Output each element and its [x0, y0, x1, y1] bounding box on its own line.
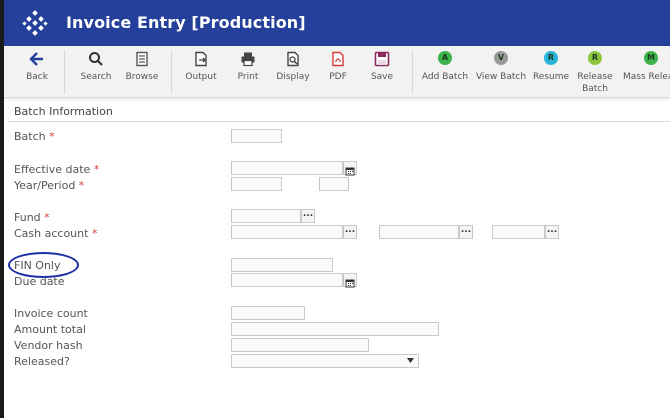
batch-label: Batch *: [14, 130, 55, 143]
toolbar-divider: [412, 50, 413, 94]
cash-account-input-2[interactable]: [379, 225, 459, 239]
display-button[interactable]: Display: [272, 51, 314, 95]
view-batch-icon: V: [494, 51, 508, 65]
print-label: Print: [237, 72, 259, 82]
back-button[interactable]: Back: [18, 51, 56, 95]
release-batch-button[interactable]: R Release Batch: [575, 51, 615, 95]
amount-total-label: Amount total: [14, 323, 86, 336]
required-marker: *: [78, 179, 85, 192]
due-date-picker-button[interactable]: [343, 273, 357, 288]
browse-button[interactable]: Browse: [121, 51, 163, 95]
period-input[interactable]: [319, 177, 349, 191]
calendar-icon: [345, 279, 355, 288]
mass-release-button[interactable]: M Mass Release: [618, 51, 670, 95]
search-label: Search: [80, 72, 112, 82]
print-icon: [241, 52, 255, 67]
required-marker: *: [44, 211, 50, 224]
resume-button[interactable]: R Resume: [531, 51, 571, 95]
add-batch-icon: A: [438, 51, 452, 65]
resume-label: Resume: [532, 72, 570, 82]
vendor-hash-input[interactable]: [231, 338, 369, 352]
mass-release-icon: M: [644, 51, 658, 65]
pdf-button[interactable]: PDF: [318, 51, 358, 95]
effective-date-label: Effective date *: [14, 163, 99, 176]
batch-input[interactable]: [231, 129, 282, 143]
output-button[interactable]: Output: [180, 51, 222, 95]
cash-account-label-text: Cash account: [14, 227, 89, 240]
toolbar-divider: [171, 50, 172, 94]
save-icon: [374, 51, 390, 67]
required-marker: *: [93, 163, 100, 176]
fund-input[interactable]: [231, 209, 301, 223]
output-label: Output: [185, 72, 217, 82]
effective-date-input[interactable]: [231, 161, 343, 175]
due-date-label: Due date: [14, 275, 65, 288]
cash-account-input-1[interactable]: [231, 225, 343, 239]
year-input[interactable]: [231, 177, 282, 191]
vendor-hash-label: Vendor hash: [14, 339, 83, 352]
fin-only-input[interactable]: [231, 258, 333, 272]
fund-lookup-button[interactable]: ...: [301, 209, 315, 223]
app-logo-icon: [22, 10, 48, 36]
app-title: Invoice Entry [Production]: [66, 13, 306, 32]
search-button[interactable]: Search: [76, 51, 116, 95]
back-label: Back: [26, 72, 48, 82]
fund-label-text: Fund: [14, 211, 41, 224]
released-label: Released?: [14, 355, 70, 368]
save-button[interactable]: Save: [362, 51, 402, 95]
output-icon: [195, 51, 207, 67]
year-period-label: Year/Period *: [14, 179, 84, 192]
required-marker: *: [49, 130, 55, 143]
browse-icon: [136, 51, 148, 67]
cash-account-label: Cash account *: [14, 227, 97, 240]
section-title: Batch Information: [8, 104, 670, 122]
view-batch-label: View Batch: [475, 72, 527, 82]
pdf-label: PDF: [329, 72, 347, 82]
cash-account-lookup-button-2[interactable]: ...: [459, 225, 473, 239]
toolbar: Back Search Browse Output Print Display …: [4, 46, 670, 98]
release-batch-label: Release Batch: [577, 72, 613, 94]
invoice-count-input[interactable]: [231, 306, 305, 320]
amount-total-input[interactable]: [231, 322, 439, 336]
released-select[interactable]: [231, 354, 419, 368]
required-marker: *: [91, 227, 98, 240]
add-batch-button[interactable]: A Add Batch: [420, 51, 470, 95]
resume-icon: R: [544, 51, 558, 65]
app-window: Invoice Entry [Production] Back Search B…: [0, 0, 670, 418]
mass-release-label: Mass Release: [623, 72, 670, 82]
browse-label: Browse: [125, 72, 159, 82]
display-label: Display: [276, 72, 310, 82]
year-period-label-text: Year/Period: [14, 179, 76, 192]
fund-label: Fund *: [14, 211, 50, 224]
toolbar-divider: [64, 50, 65, 94]
chevron-down-icon: [407, 358, 414, 363]
due-date-input[interactable]: [231, 273, 343, 287]
batch-label-text: Batch: [14, 130, 46, 143]
cash-account-input-3[interactable]: [492, 225, 545, 239]
calendar-icon: [345, 167, 355, 176]
pdf-icon: [332, 51, 344, 67]
search-icon: [89, 52, 103, 66]
app-header: Invoice Entry [Production]: [4, 0, 670, 46]
add-batch-label: Add Batch: [421, 72, 469, 82]
back-arrow-icon: [29, 52, 43, 66]
print-button[interactable]: Print: [228, 51, 268, 95]
invoice-count-label: Invoice count: [14, 307, 88, 320]
view-batch-button[interactable]: V View Batch: [475, 51, 527, 95]
effective-date-label-text: Effective date: [14, 163, 91, 176]
save-label: Save: [370, 72, 394, 82]
display-icon: [287, 51, 299, 67]
cash-account-lookup-button-3[interactable]: ...: [545, 225, 559, 239]
cash-account-lookup-button-1[interactable]: ...: [343, 225, 357, 239]
effective-date-picker-button[interactable]: [343, 161, 357, 176]
release-batch-icon: R: [588, 51, 602, 65]
